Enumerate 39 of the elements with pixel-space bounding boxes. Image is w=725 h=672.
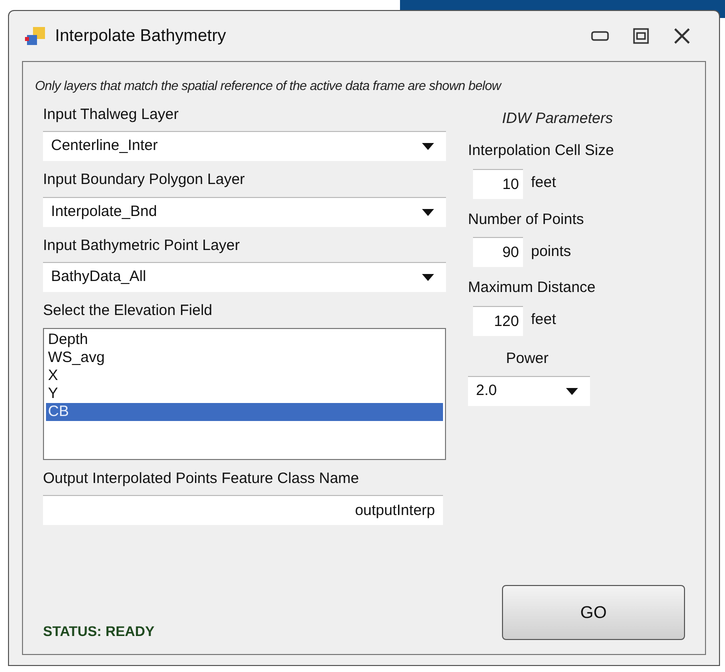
maximize-icon[interactable] (633, 28, 649, 44)
dropdown[interactable]: 2.0 (468, 376, 590, 406)
go-button[interactable]: GO (502, 585, 685, 640)
list-item[interactable]: WS_avg (46, 348, 443, 366)
param-input[interactable]: 90 (473, 237, 523, 267)
list-item[interactable]: CB (46, 402, 443, 420)
status-text: STATUS: READY (43, 622, 156, 641)
list-item[interactable]: Depth (46, 330, 443, 348)
dropdown-arrow-icon (422, 208, 434, 216)
param-input[interactable]: 120 (473, 306, 523, 336)
elevation-listbox[interactable]: Depth WS_avg X Y CB (43, 328, 446, 460)
unit-text: points (531, 242, 572, 262)
field-label: Select the Elevation Field (43, 301, 214, 321)
field-label: Input Boundary Polygon Layer (43, 170, 246, 190)
param-label: Power (506, 348, 549, 368)
output-name-field[interactable]: outputInterp (43, 495, 443, 525)
section-heading: IDW Parameters (502, 108, 613, 128)
dropdown[interactable]: Centerline_Inter (43, 131, 446, 161)
unit-text: feet (531, 310, 556, 330)
field-label: Output Interpolated Points Feature Class Name (43, 468, 360, 488)
dropdown-arrow-icon (566, 388, 578, 395)
list-item[interactable]: X (46, 366, 443, 384)
notice-text: Only layers that match the spatial reference of the active data frame are shown below (35, 77, 503, 95)
dropdown[interactable]: BathyData_All (43, 262, 446, 292)
minimize-icon[interactable] (591, 31, 609, 41)
dropdown-arrow-icon (422, 143, 434, 150)
dropdown[interactable]: Interpolate_Bnd (43, 196, 446, 226)
field-label: Input Thalweg Layer (43, 104, 180, 124)
close-icon[interactable] (673, 28, 691, 44)
list-item[interactable]: Y (46, 384, 443, 402)
app-icon (25, 25, 47, 47)
dropdown-arrow-icon (422, 274, 434, 281)
param-label: Interpolation Cell Size (468, 141, 614, 161)
unit-text: feet (531, 173, 556, 194)
param-label: Number of Points (468, 210, 584, 230)
param-label: Maximum Distance (468, 278, 596, 298)
param-input[interactable]: 10 (473, 168, 523, 198)
window-title: Interpolate Bathymetry (55, 25, 226, 48)
field-label: Input Bathymetric Point Layer (43, 236, 241, 256)
